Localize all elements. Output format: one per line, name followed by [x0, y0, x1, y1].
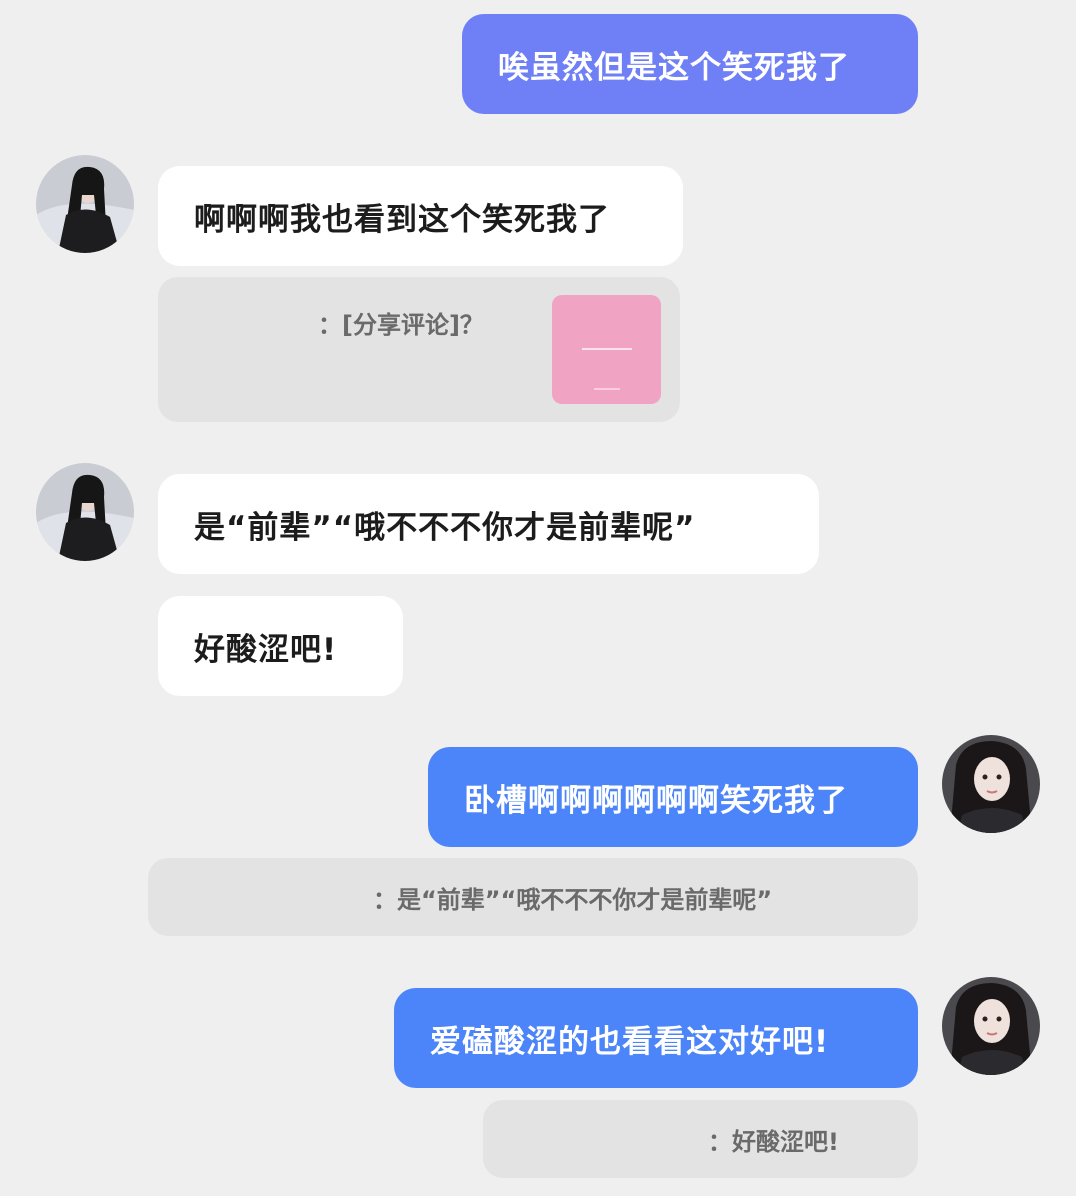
user-avatar[interactable] — [942, 735, 1040, 833]
message-bubble-incoming[interactable]: 啊啊啊我也看到这个笑死我了 — [158, 166, 683, 266]
message-bubble-incoming[interactable]: 好酸涩吧! — [158, 596, 403, 696]
thumbnail-text-line — [594, 388, 620, 390]
user-avatar[interactable] — [942, 977, 1040, 1075]
contact-avatar[interactable] — [36, 155, 134, 253]
message-bubble-incoming[interactable]: 是“前辈”“哦不不不你才是前辈呢” — [158, 474, 819, 574]
quoted-reply[interactable]: ：好酸涩吧! — [483, 1100, 918, 1178]
contact-avatar[interactable] — [36, 463, 134, 561]
shared-image-thumbnail[interactable] — [552, 295, 661, 404]
message-bubble-outgoing[interactable]: 卧槽啊啊啊啊啊啊笑死我了 — [428, 747, 918, 847]
quoted-reply[interactable]: ：是“前辈”“哦不不不你才是前辈呢” — [148, 858, 918, 936]
quoted-reply-text: ：是“前辈”“哦不不不你才是前辈呢” — [373, 885, 773, 914]
avatar-girl-selfie-icon — [942, 977, 1040, 1075]
quoted-reply-text: ：好酸涩吧! — [708, 1127, 839, 1156]
avatar-girl-dark-hair-icon — [36, 463, 134, 561]
avatar-girl-dark-hair-icon — [36, 155, 134, 253]
avatar-girl-selfie-icon — [942, 735, 1040, 833]
shared-comment-text: ：[分享评论]？ — [318, 311, 484, 339]
message-bubble-outgoing[interactable]: 唉虽然但是这个笑死我了 — [462, 14, 918, 114]
message-bubble-outgoing[interactable]: 爱磕酸涩的也看看这对好吧! — [394, 988, 918, 1088]
thumbnail-text-line — [582, 348, 632, 350]
